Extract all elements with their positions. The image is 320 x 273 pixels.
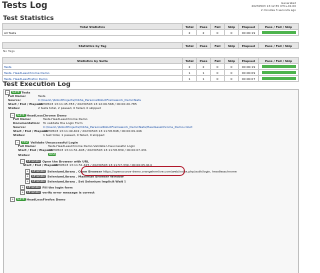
cell-skip: 0 — [224, 29, 239, 36]
keyword-badge: KEYWORD — [31, 170, 47, 173]
col-header[interactable]: Skip — [224, 42, 239, 49]
cell-elapsed: 00:00:07 — [238, 75, 259, 82]
expand-icon[interactable]: + — [10, 197, 15, 202]
report-page: { "title": "Tests Log", "generated_label… — [0, 0, 300, 273]
keyword-name: SeleniumLibrary . Set Selenium Implicit … — [47, 179, 124, 184]
subsuite-status: Status: 1 test total, 1 passed, 0 failed,… — [13, 133, 105, 137]
pass-bar — [261, 65, 296, 68]
test-statistics-heading: Test Statistics — [3, 14, 54, 22]
keyword-name: Fill the login form — [42, 185, 73, 190]
suite-status: Status: 2 tests total, 2 passed, 0 failed… — [8, 106, 101, 110]
expand-icon[interactable]: + — [20, 190, 25, 195]
suite-name: HeadLessFirefox Demo — [26, 197, 66, 202]
test-status: Status: PASS — [18, 152, 57, 157]
keyword-name: verify error message is correct — [42, 190, 95, 195]
cell-total: 1 — [182, 75, 197, 82]
generated-info: Generated 20230503 13:12:55 UTC+01:00 2 … — [251, 1, 296, 12]
suite-statistics-table: Statistics by Suite Total Pass Fail Skip… — [2, 57, 299, 82]
keyword-badge: KEYWORD — [31, 180, 47, 183]
keyword-args: 5 — [124, 179, 126, 184]
row-label: All Tests — [2, 29, 183, 36]
col-header[interactable]: Elapsed — [238, 42, 259, 49]
cell-fail: 0 — [210, 29, 225, 36]
col-header[interactable]: Pass / Fail / Skip — [258, 42, 299, 49]
tag-statistics-table: Statistics by Tag Total Pass Fail Skip E… — [2, 42, 299, 49]
keyword-row-sub[interactable]: + KEYWORD SeleniumLibrary . Set Selenium I… — [25, 179, 126, 184]
cell-total: 2 — [182, 29, 197, 36]
no-tags-text: No Tags — [3, 49, 15, 53]
keyword-badge: KEYWORD — [26, 191, 42, 194]
cell-elapsed: 00:00:19 — [238, 29, 259, 36]
col-header[interactable]: Total — [182, 42, 197, 49]
col-header[interactable]: Statistics by Tag — [2, 42, 183, 49]
keyword-badge: KEYWORD — [31, 175, 47, 178]
pass-bar — [261, 71, 296, 74]
keyword-name: SeleniumLibrary . Maximize Browser Windo… — [47, 174, 124, 179]
cell-skip: 0 — [224, 75, 239, 82]
pass-bar-cell — [258, 29, 299, 36]
table-row: All Tests 2 2 0 0 00:00:19 — [2, 29, 299, 36]
pass-bar — [261, 31, 296, 34]
suite-badge: SUITE — [16, 198, 26, 201]
cell-fail: 0 — [210, 75, 225, 82]
status-badge: PASS — [48, 153, 57, 156]
col-header[interactable]: Fail — [210, 42, 225, 49]
cell-pass: 1 — [196, 75, 211, 82]
pass-bar — [261, 77, 296, 80]
total-statistics-table: Total Statistics Total Pass Fail Skip El… — [2, 23, 299, 36]
generated-ago: 2 minutes 3 seconds ago — [260, 7, 296, 12]
expand-icon[interactable]: + — [25, 179, 30, 184]
execution-log-heading: Test Execution Log — [3, 80, 71, 88]
pass-bar-cell — [258, 75, 299, 82]
keyword-badge: KEYWORD — [26, 186, 42, 189]
report-header: Tests Log Generated 20230503 13:12:55 UT… — [2, 1, 298, 12]
suite-row-headlessfirefox[interactable]: + SUITE HeadLessFirefox Demo — [10, 197, 65, 202]
keyword-row-verify-error[interactable]: + KEYWORD verify error message is correct — [20, 190, 95, 195]
col-header[interactable]: Pass — [196, 42, 211, 49]
cell-pass: 2 — [196, 29, 211, 36]
